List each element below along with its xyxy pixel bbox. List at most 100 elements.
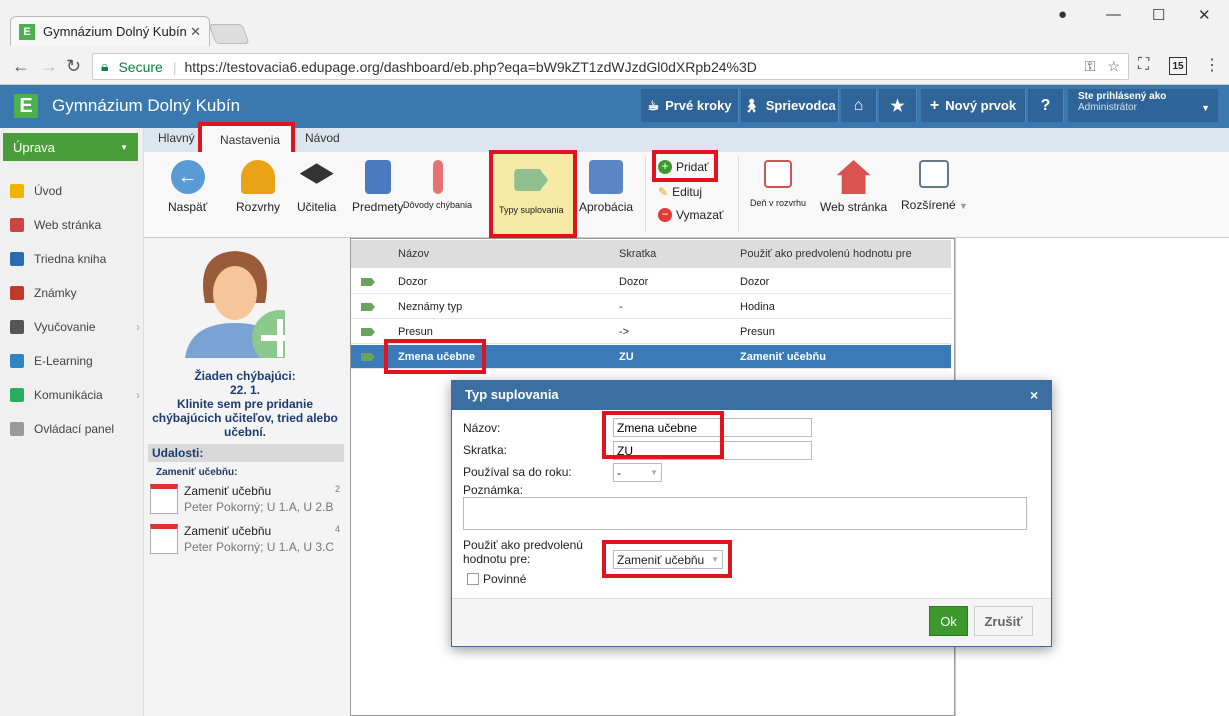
- dialog-title: Typ suplovania: [451, 380, 1052, 410]
- coffee-icon: ☕︎: [647, 97, 660, 113]
- logged-label: Ste prihlásený ako: [1078, 91, 1167, 102]
- table-row[interactable]: Neznámy typ - Hodina: [351, 295, 951, 319]
- logged-user: Administrátor: [1078, 102, 1137, 113]
- sidebar-item-icon: [10, 286, 24, 300]
- sidebar-item-6[interactable]: Komunikácia ›: [10, 388, 140, 402]
- predmety-button[interactable]: Predmety: [352, 160, 403, 214]
- chevron-right-icon: ›: [136, 388, 140, 402]
- prve-kroky-button[interactable]: ☕︎ Prvé kroky: [641, 89, 739, 122]
- sidebar-item-label: Web stránka: [34, 218, 102, 232]
- lock-icon: 🔒︎: [101, 58, 109, 74]
- uprava-button[interactable]: Úprava ▼: [3, 133, 138, 161]
- help-button[interactable]: ?: [1028, 89, 1064, 122]
- chevron-down-icon: ▼: [120, 142, 128, 152]
- tab-hlavny[interactable]: Hlavný: [158, 131, 195, 145]
- web-stranka-button[interactable]: Web stránka: [820, 160, 887, 214]
- dovody-button[interactable]: Dôvody chýbania: [403, 160, 472, 210]
- key-icon[interactable]: ⚿: [1085, 58, 1096, 75]
- book-icon: [364, 160, 391, 194]
- no-missing-info[interactable]: Žiaden chýbajúci: 22. 1. Klinite sem pre…: [150, 369, 340, 439]
- url-path: /dashboard/eb.php?eqa=bW9kZT1zdWJzdGl0dX…: [379, 58, 757, 75]
- forward-icon[interactable]: →: [40, 56, 58, 77]
- tag-icon: [361, 303, 375, 311]
- minimize-icon[interactable]: —: [1106, 6, 1121, 23]
- grid-header: Názov Skratka Použiť ako predvolenú hodn…: [351, 240, 951, 268]
- tag-icon: [514, 169, 549, 191]
- table-row[interactable]: Dozor Dozor Dozor: [351, 270, 951, 294]
- sidebar-item-2[interactable]: Triedna kniha: [10, 252, 140, 266]
- home-icon[interactable]: ⌂: [841, 89, 877, 122]
- novy-prvok-button[interactable]: + Nový prvok: [921, 89, 1026, 122]
- menu-icon[interactable]: ⋮: [1204, 55, 1220, 75]
- tag-icon: [361, 278, 375, 286]
- poznamka-textarea[interactable]: [463, 497, 1027, 530]
- extension-badge[interactable]: 15: [1169, 57, 1187, 75]
- typy-suplovania-button[interactable]: Typy suplovania: [499, 163, 564, 215]
- events-subheader: Zameniť učebňu:: [156, 467, 238, 478]
- vymazat-button[interactable]: − Vymazať: [658, 208, 723, 222]
- aprobacia-button[interactable]: Aprobácia: [579, 160, 633, 214]
- chevron-down-icon: ▼: [1201, 103, 1210, 113]
- close-window-icon[interactable]: ✕: [1198, 6, 1211, 24]
- dialog-close-icon[interactable]: ×: [1030, 387, 1038, 403]
- rozvrhy-button[interactable]: Rozvrhy: [236, 160, 280, 214]
- ucitelia-button[interactable]: Učitelia: [297, 160, 336, 214]
- browser-tab[interactable]: E Gymnázium Dolný Kubín ✕: [10, 16, 210, 46]
- skratka-label: Skratka:: [463, 443, 508, 457]
- pridat-button[interactable]: + Pridať: [658, 160, 709, 174]
- tag-icon: [361, 328, 375, 336]
- nazov-label: Názov:: [463, 421, 501, 435]
- sidebar-item-1[interactable]: Web stránka: [10, 218, 140, 232]
- profile-icon[interactable]: ●: [1058, 6, 1067, 23]
- event-item[interactable]: Zameniť učebňu Peter Pokorný; U 1.A, U 2.…: [150, 484, 344, 524]
- reload-icon[interactable]: ↻: [66, 56, 81, 77]
- sidebar-item-label: Triedna kniha: [34, 252, 107, 266]
- sidebar-item-0[interactable]: Úvod: [10, 184, 140, 198]
- cast-icon[interactable]: ⛶: [1138, 56, 1149, 74]
- bell-icon: [241, 160, 275, 194]
- ok-button[interactable]: Ok: [929, 606, 968, 636]
- sidebar-item-icon: [10, 422, 24, 436]
- star-icon[interactable]: ☆: [1107, 58, 1120, 75]
- event-title: Zameniť učebňu: [184, 484, 272, 498]
- sprievodca-button[interactable]: 🚶︎ Sprievodca: [741, 89, 839, 122]
- event-sub: Peter Pokorný; U 1.A, U 2.B: [184, 500, 334, 514]
- sidebar-item-icon: [10, 354, 24, 368]
- app-logo[interactable]: E: [14, 94, 38, 118]
- tab-nastavenia[interactable]: Nastavenia: [220, 133, 280, 147]
- address-bar[interactable]: 🔒︎ Secure | https://testovacia6.edupage.…: [92, 53, 1129, 80]
- edituj-button[interactable]: ✎ Edituj: [658, 185, 702, 199]
- sidebar-item-5[interactable]: E-Learning: [10, 354, 140, 368]
- den-v-rozvrhu-button[interactable]: Deň v rozvrhu: [750, 160, 806, 208]
- sidebar-item-4[interactable]: Vyučovanie ›: [10, 320, 140, 334]
- naspat-button[interactable]: ← Naspäť: [168, 160, 207, 214]
- event-title: Zameniť učebňu: [184, 524, 272, 538]
- favorite-star-icon[interactable]: ★: [879, 89, 917, 122]
- add-circle-icon: +: [658, 160, 672, 174]
- tab-navod[interactable]: Návod: [305, 131, 340, 145]
- app-title: Gymnázium Dolný Kubín: [52, 96, 241, 115]
- logged-user-box[interactable]: Ste prihlásený ako Administrátor ▼: [1068, 89, 1218, 122]
- rok-label: Používal sa do roku:: [463, 465, 572, 479]
- house-icon: [836, 160, 871, 194]
- event-item[interactable]: Zameniť učebňu Peter Pokorný; U 1.A, U 3.…: [150, 524, 344, 564]
- povinne-label: Povinné: [483, 572, 527, 586]
- rozsirene-button[interactable]: Rozšírené ▼: [901, 160, 968, 212]
- calendar-icon: [150, 484, 178, 514]
- graduation-cap-icon: [299, 163, 334, 184]
- back-icon[interactable]: ←: [12, 56, 30, 77]
- teacher-avatar-icon[interactable]: [185, 243, 285, 358]
- sidebar-item-7[interactable]: Ovládací panel: [10, 422, 140, 436]
- col-nazov[interactable]: Názov: [398, 248, 429, 260]
- col-default[interactable]: Použiť ako predvolenú hodnotu pre: [740, 248, 912, 260]
- povinne-checkbox[interactable]: [467, 573, 479, 585]
- col-skratka[interactable]: Skratka: [619, 248, 656, 260]
- cancel-button[interactable]: Zrušiť: [974, 606, 1033, 636]
- favicon-icon: E: [19, 23, 35, 40]
- tab-close-icon[interactable]: ✕: [190, 24, 201, 40]
- maximize-icon[interactable]: ☐: [1152, 6, 1165, 24]
- sidebar-item-3[interactable]: Známky: [10, 286, 140, 300]
- rok-select[interactable]: - ▼: [613, 463, 662, 482]
- new-tab-button[interactable]: [208, 24, 250, 44]
- thermometer-icon: [432, 160, 443, 194]
